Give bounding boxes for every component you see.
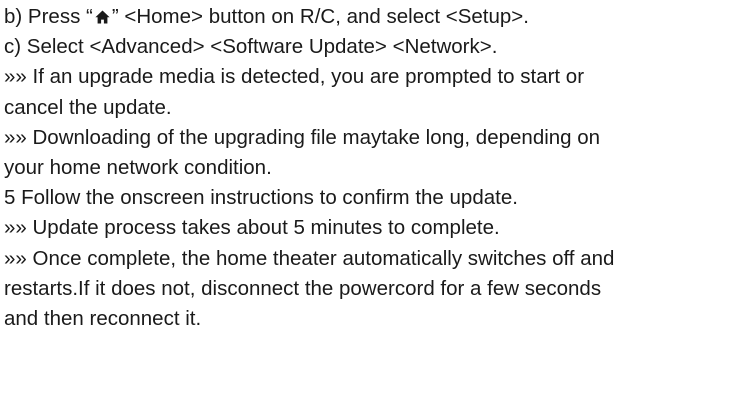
detect-note-line-2: cancel the update. (4, 95, 172, 119)
detect-note-line-1: »» If an upgrade media is detected, you … (4, 65, 585, 89)
step-b-line: b) Press “ ” <Home> button on R/C, and se… (4, 2, 735, 32)
complete-note-line-1: »» Once complete, the home theater autom… (4, 246, 615, 270)
complete-note-line-3: and then reconnect it. (4, 306, 202, 330)
step-c-line: c) Select <Advanced> <Software Update> <… (4, 35, 498, 59)
duration-note-line: »» Update process takes about 5 minutes … (4, 216, 500, 240)
step-b-text-start: b) Press “ (4, 5, 93, 28)
complete-note-line-2: restarts.If it does not, disconnect the … (4, 276, 602, 300)
home-icon (95, 10, 110, 24)
step-5-line: 5 Follow the onscreen instructions to co… (4, 186, 518, 210)
download-note-line-2: your home network condition. (4, 155, 272, 179)
manual-page: b) Press “ ” <Home> button on R/C, and se… (0, 0, 735, 407)
download-note-line-1: »» Downloading of the upgrading file may… (4, 125, 601, 149)
step-b-text-end: ” <Home> button on R/C, and select <Setu… (111, 5, 529, 28)
